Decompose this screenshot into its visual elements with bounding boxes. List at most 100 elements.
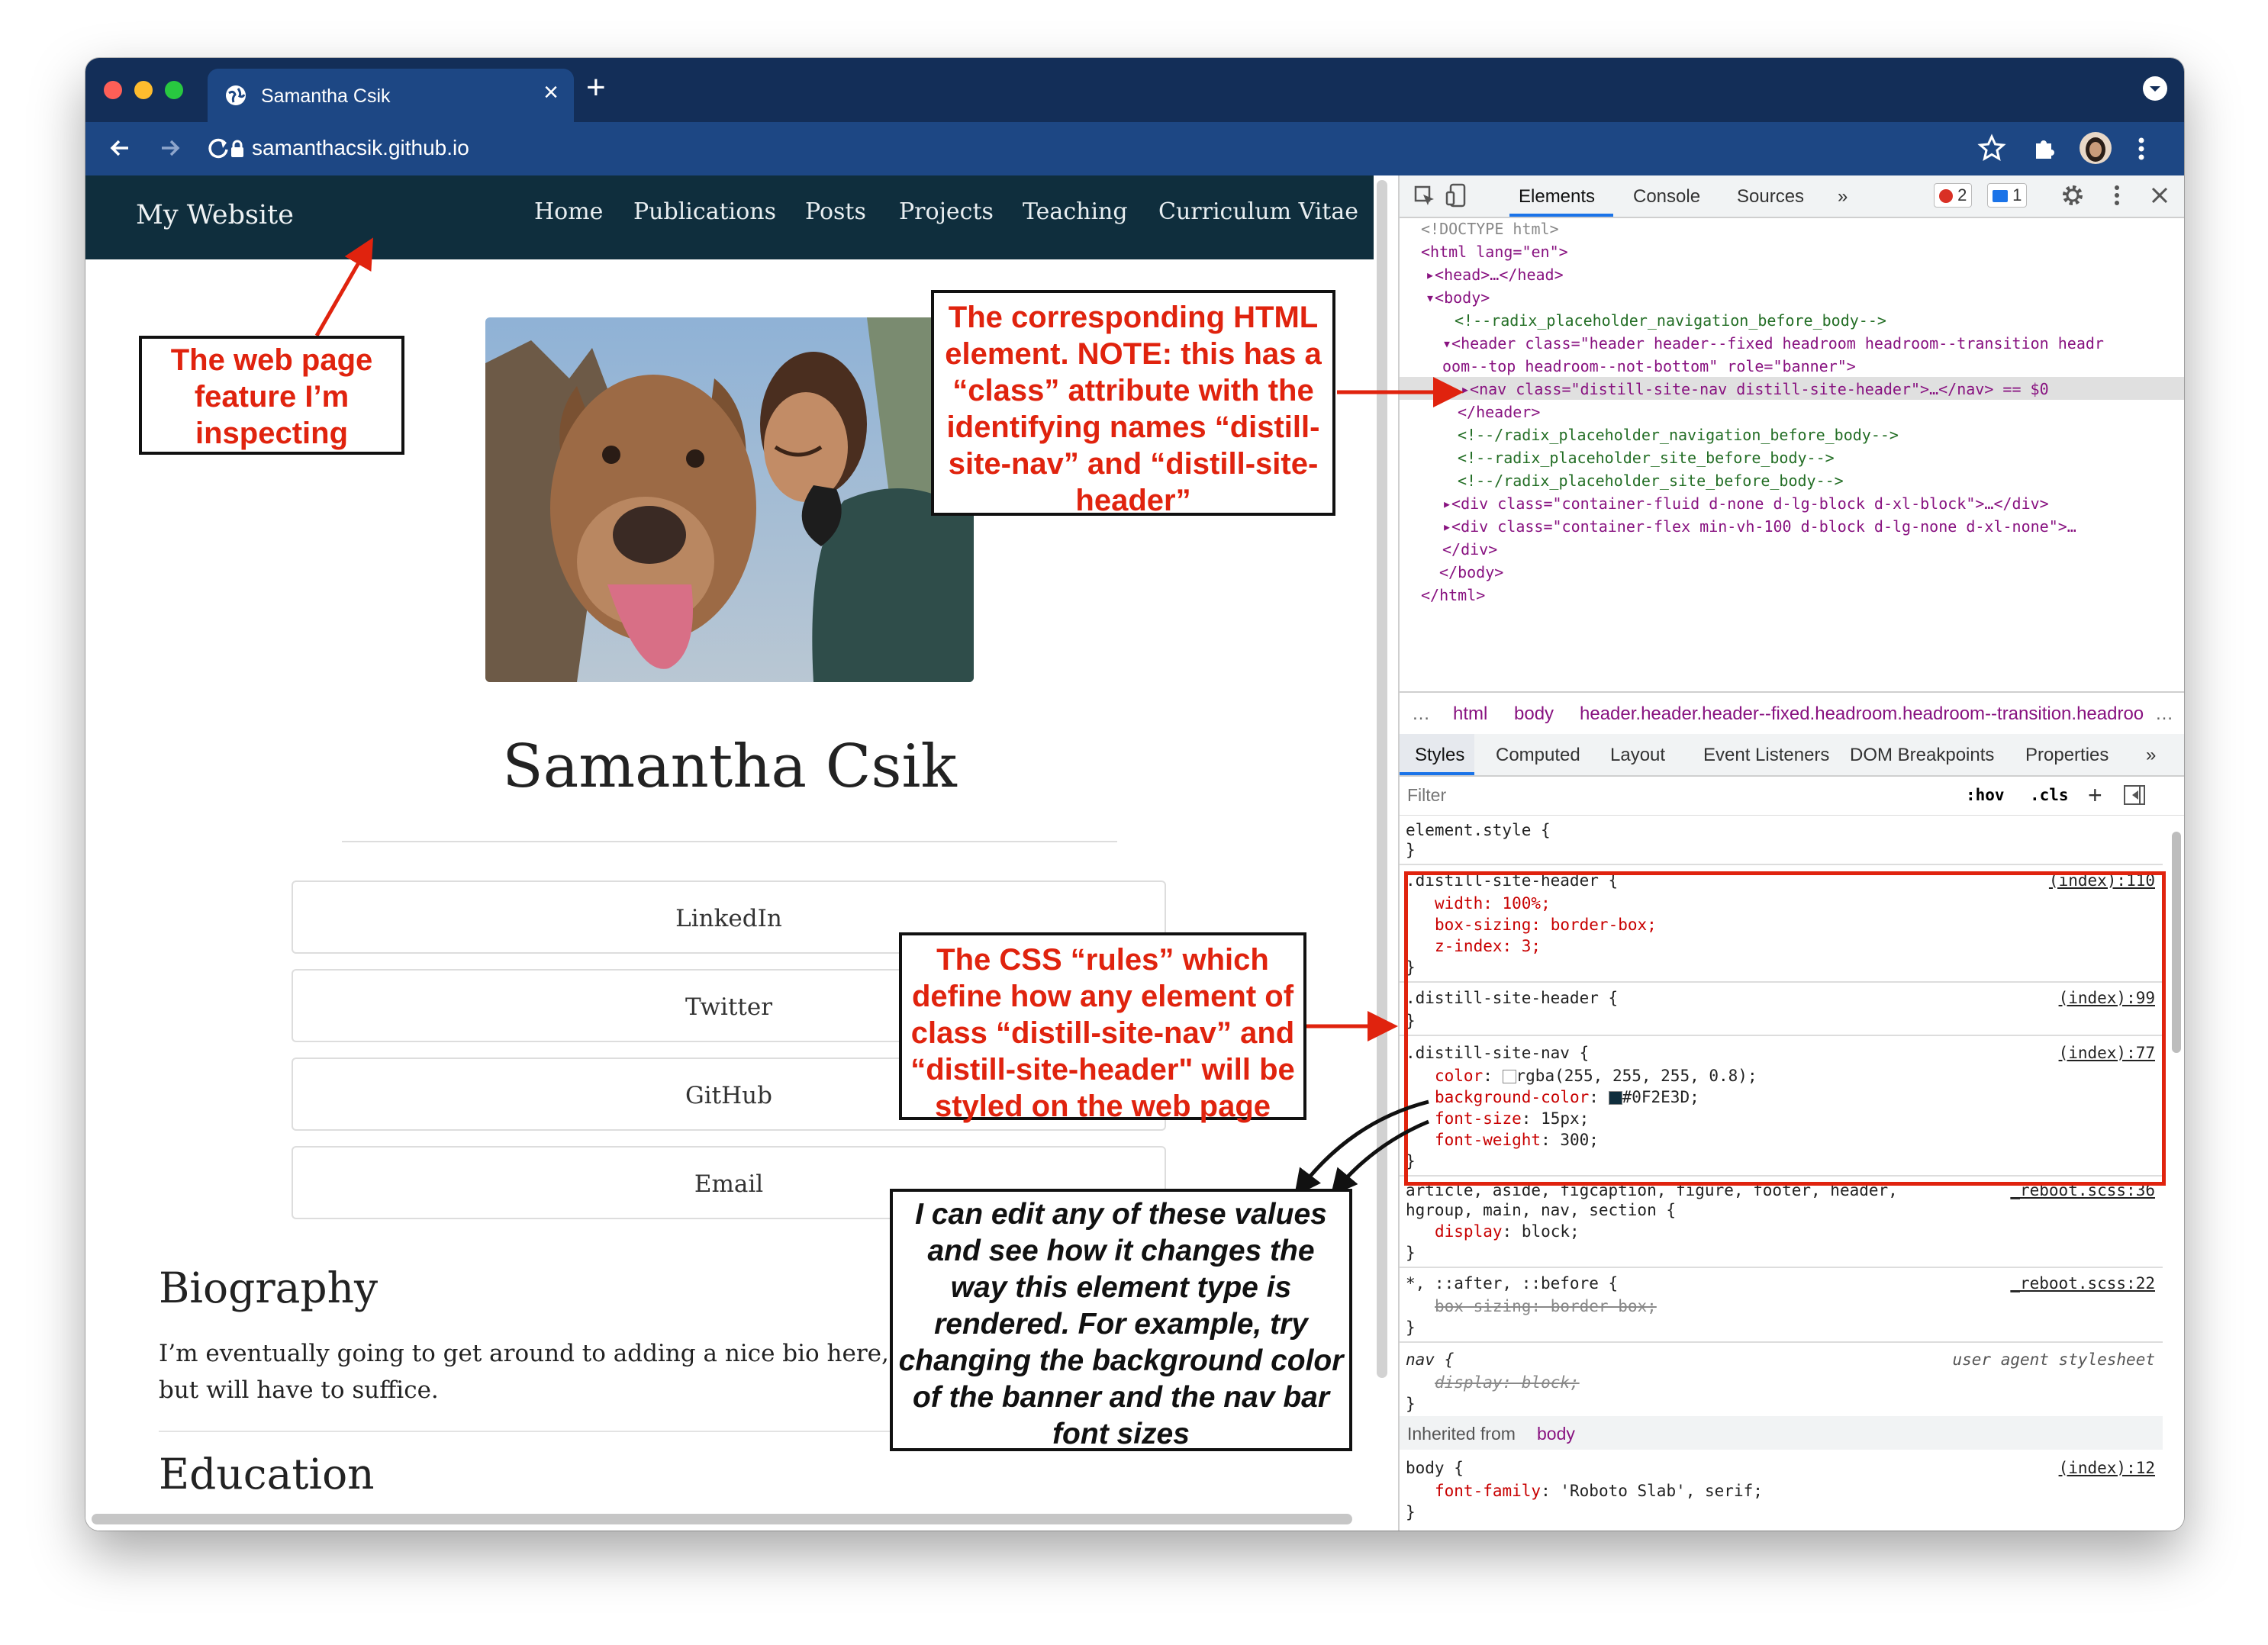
nav-link-teaching[interactable]: Teaching [1023, 198, 1128, 225]
cls-toggle[interactable]: .cls [2030, 786, 2069, 804]
plus-icon[interactable]: + [586, 69, 606, 107]
dom-line[interactable]: </body> [1439, 563, 1503, 581]
dom-line[interactable]: <html lang="en"> [1421, 243, 1568, 261]
device-toggle-icon[interactable] [1445, 183, 1468, 211]
dom-line[interactable]: </div> [1442, 540, 1497, 559]
divider [1400, 1267, 2163, 1268]
zoom-window-button[interactable] [165, 81, 183, 99]
dom-line[interactable]: ▸<div class="container-flex min-vh-100 d… [1442, 517, 2076, 536]
styles-tabbar: Styles Computed Layout Event Listeners D… [1400, 734, 2184, 777]
tab-sources[interactable]: Sources [1737, 186, 1804, 208]
tab-elements[interactable]: Elements [1509, 175, 1613, 217]
close-window-button[interactable] [104, 81, 122, 99]
site-title[interactable]: My Website [136, 200, 294, 230]
breadcrumb-html[interactable]: html [1453, 703, 1487, 725]
expand-arrow-icon[interactable]: ▸ [1442, 517, 1451, 536]
browser-toolbar: samanthacsik.github.io [85, 122, 2184, 175]
close-icon[interactable]: × [543, 78, 559, 108]
tab-properties[interactable]: Properties [2025, 745, 2109, 766]
dom-line[interactable]: ▸<div class="container-fluid d-none d-lg… [1442, 494, 2049, 513]
horizontal-scrollbar[interactable] [92, 1514, 1352, 1524]
rule-source-label: user agent stylesheet [1952, 1350, 2155, 1369]
more-tabs-button[interactable]: » [1838, 186, 1848, 208]
breadcrumb-more[interactable]: … [2155, 703, 2173, 725]
rule-selector[interactable]: element.style { [1406, 821, 1551, 839]
gear-icon[interactable] [2060, 183, 2085, 211]
nav-link-home[interactable]: Home [534, 198, 603, 225]
nav-link-curriculum-vitae[interactable]: Curriculum Vitae [1158, 198, 1358, 225]
dom-line[interactable]: <!--radix_placeholder_navigation_before_… [1455, 311, 1886, 330]
dom-line-selected-nav[interactable]: ▸<nav class="distill-site-nav distill-si… [1461, 380, 2049, 398]
nav-link-projects[interactable]: Projects [899, 198, 994, 225]
error-count: 2 [1957, 185, 1967, 204]
tab-dom-breakpoints[interactable]: DOM Breakpoints [1850, 745, 1994, 766]
rule-source-link[interactable]: (index):12 [2059, 1459, 2155, 1477]
dom-line[interactable]: </html> [1421, 586, 1485, 604]
breadcrumb-header[interactable]: header.header.header--fixed.headroom.hea… [1580, 703, 2144, 725]
dom-line[interactable]: <!DOCTYPE html> [1421, 220, 1559, 238]
forward-icon[interactable] [154, 133, 185, 167]
tab-samantha-csik[interactable]: Samantha Csik × [208, 69, 574, 122]
property-value[interactable]: block; [1522, 1222, 1580, 1241]
extensions-icon[interactable] [2030, 134, 2059, 167]
collapse-arrow-icon[interactable]: ▾ [1442, 334, 1451, 352]
message-count: 1 [2012, 185, 2022, 204]
toggle-sidebar-icon[interactable] [2123, 784, 2146, 810]
tab-styles[interactable]: Styles [1400, 734, 1474, 775]
dom-line[interactable]: ▾<body> [1426, 288, 1490, 307]
breadcrumb-more[interactable]: … [1412, 703, 1430, 725]
overridden-property[interactable]: display: block; [1435, 1373, 1580, 1392]
expand-arrow-icon[interactable]: ▸ [1461, 380, 1470, 398]
vertical-scrollbar[interactable] [1377, 180, 1387, 1378]
chevron-down-icon[interactable] [2143, 76, 2167, 101]
tab-event-listeners[interactable]: Event Listeners [1703, 745, 1829, 766]
tab-layout[interactable]: Layout [1610, 745, 1665, 766]
rule-selector[interactable]: *, ::after, ::before { [1406, 1274, 1618, 1292]
lock-icon[interactable] [229, 139, 246, 163]
address-bar[interactable]: samanthacsik.github.io [252, 136, 469, 160]
dom-line[interactable]: <!--/radix_placeholder_navigation_before… [1458, 426, 1899, 444]
back-icon[interactable] [105, 133, 136, 167]
dom-line[interactable]: <!--/radix_placeholder_site_before_body-… [1458, 472, 1844, 490]
avatar[interactable] [2079, 131, 2112, 169]
kebab-menu-icon[interactable] [2135, 134, 2147, 167]
expand-arrow-icon[interactable]: ▸ [1426, 266, 1435, 284]
nav-link-posts[interactable]: Posts [805, 198, 866, 225]
tab-console[interactable]: Console [1633, 186, 1700, 208]
collapse-arrow-icon[interactable]: ▾ [1426, 288, 1435, 307]
message-count-badge[interactable]: 1 [1987, 183, 2028, 208]
expand-arrow-icon[interactable]: ▸ [1442, 494, 1451, 513]
vertical-scrollbar[interactable] [2172, 832, 2181, 1053]
property-value[interactable]: 'Roboto Slab', serif; [1560, 1482, 1763, 1500]
kebab-menu-icon[interactable] [2112, 183, 2121, 211]
css-property-display[interactable]: display: block; [1435, 1222, 1580, 1241]
styles-filter-input[interactable] [1406, 781, 1943, 809]
star-icon[interactable] [1976, 133, 2007, 167]
biography-text: I’m eventually going to get around to ad… [159, 1340, 889, 1404]
close-icon[interactable] [2149, 185, 2170, 210]
breadcrumb-body[interactable]: body [1514, 703, 1554, 725]
hov-toggle[interactable]: :hov [1966, 786, 2005, 804]
dom-line[interactable]: oom--top headroom--not-bottom" role="ban… [1442, 357, 1856, 375]
minimize-window-button[interactable] [134, 81, 153, 99]
dom-line[interactable]: ▾<header class="header header--fixed hea… [1442, 334, 2104, 352]
tab-elements-label: Elements [1519, 186, 1596, 207]
rule-selector[interactable]: body { [1406, 1459, 1464, 1477]
nav-link-publications[interactable]: Publications [633, 198, 776, 225]
tab-computed[interactable]: Computed [1496, 745, 1580, 766]
divider [1400, 1341, 2163, 1343]
overridden-property[interactable]: box-sizing: border-box; [1435, 1297, 1657, 1315]
dom-line[interactable]: </header> [1458, 403, 1540, 421]
dom-line[interactable]: ▸<head>…</head> [1426, 266, 1564, 284]
inspect-icon[interactable] [1413, 185, 1436, 211]
rule-selector[interactable]: nav { [1406, 1350, 1454, 1369]
inherited-from-link[interactable]: body [1537, 1424, 1575, 1444]
new-style-rule-button[interactable]: + [2088, 781, 2102, 810]
more-tabs-button[interactable]: » [2146, 745, 2156, 766]
rule-selector[interactable]: hgroup, main, nav, section { [1406, 1201, 1676, 1219]
rule-close: } [1406, 1244, 1416, 1262]
dom-line[interactable]: <!--radix_placeholder_site_before_body--… [1458, 449, 1835, 467]
rule-source-link[interactable]: _reboot.scss:22 [2010, 1274, 2155, 1292]
css-property-font-family[interactable]: font-family: 'Roboto Slab', serif; [1435, 1482, 1763, 1500]
error-count-badge[interactable]: 2 [1934, 183, 1973, 208]
